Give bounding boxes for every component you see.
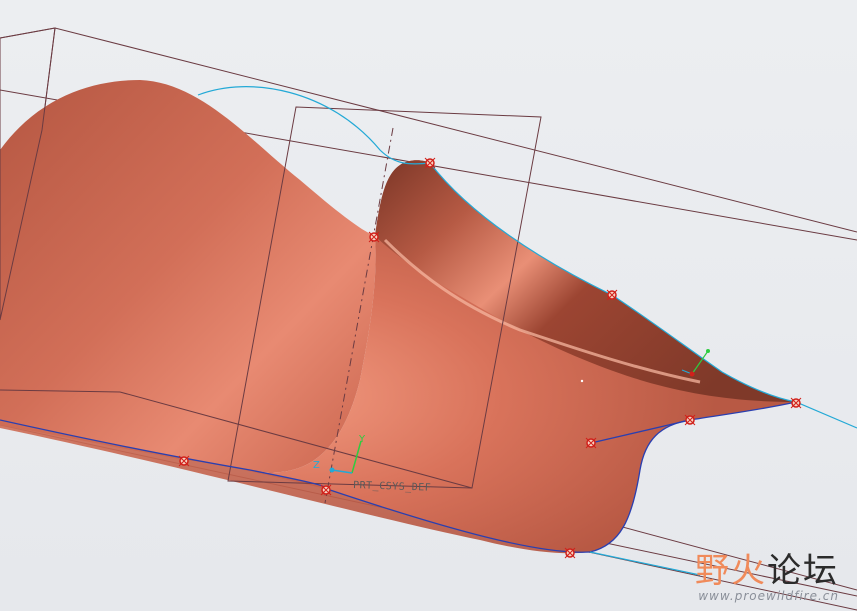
csys-z-axis-label: Z — [313, 460, 320, 471]
control-point-handle[interactable] — [585, 437, 597, 449]
control-point-handle[interactable] — [684, 414, 696, 426]
control-point-handle[interactable] — [564, 547, 576, 559]
control-point-handle[interactable] — [424, 157, 436, 169]
control-point-handle[interactable] — [178, 455, 190, 467]
surface-model-scene[interactable]: Y Z PRT_CSYS_DEF — [0, 0, 857, 611]
surface-left-lobe[interactable] — [0, 80, 376, 473]
control-point-handle[interactable] — [790, 397, 802, 409]
control-point-handle[interactable] — [606, 289, 618, 301]
control-point-handle[interactable] — [368, 231, 380, 243]
csys-y-axis-label: Y — [358, 434, 366, 445]
cad-graphics-viewport[interactable]: Y Z PRT_CSYS_DEF 野火论坛 www.proewildfire.c… — [0, 0, 857, 611]
control-point-handle[interactable] — [320, 484, 332, 496]
